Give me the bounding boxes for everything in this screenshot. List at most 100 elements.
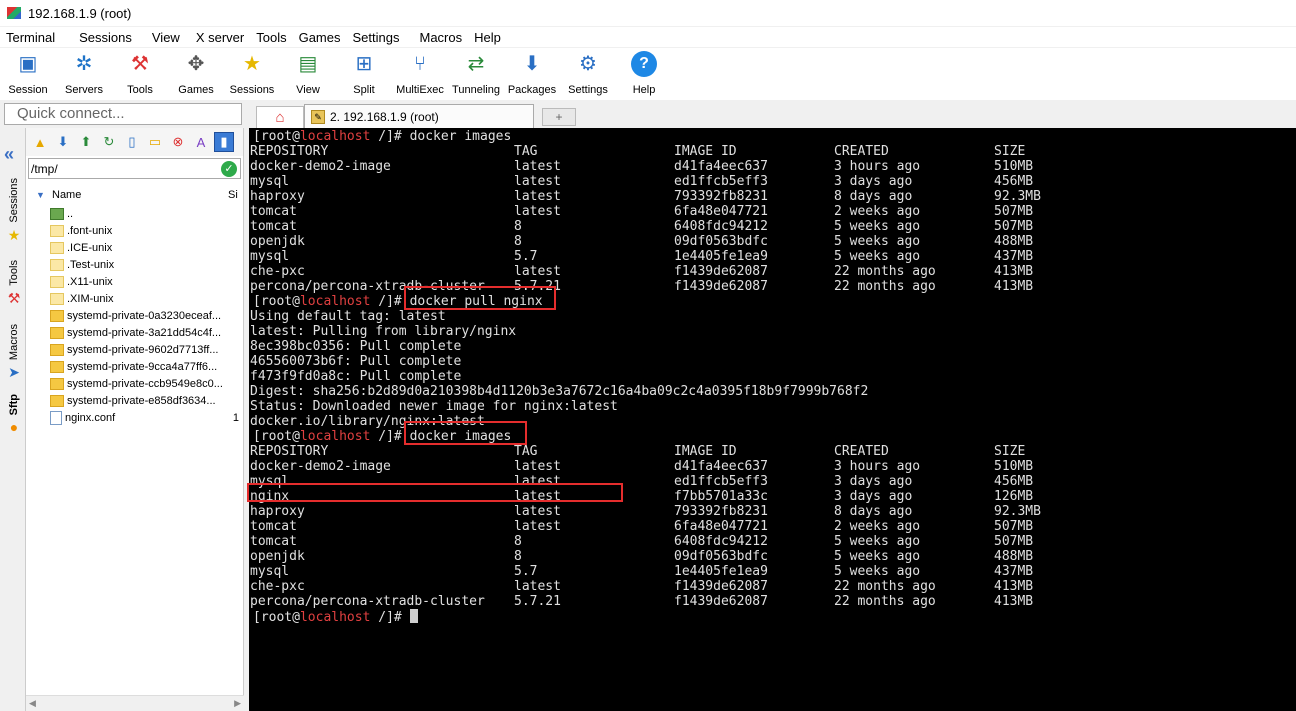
home-tab[interactable]: ⌂	[256, 106, 304, 128]
session-icon: ▣	[18, 53, 38, 75]
sftp-file-row[interactable]: nginx.conf 1	[26, 409, 243, 426]
image-cell: ed1ffcb5eff3	[674, 474, 768, 489]
image-cell: 6fa48e047721	[674, 519, 768, 534]
image-cell: 510MB	[994, 459, 1034, 474]
sftp-file-row[interactable]: systemd-private-9cca4a77ff6...	[26, 358, 243, 375]
image-cell: che-pxc	[250, 264, 305, 279]
sftp-file-row[interactable]: systemd-private-e858df3634...	[26, 392, 243, 409]
send-icon: ➤	[8, 364, 20, 381]
sftp-path-input[interactable]: /tmp/ ✓	[28, 158, 241, 179]
menu-macros[interactable]: Macros	[413, 30, 468, 45]
sftp-file-row[interactable]: .ICE-unix	[26, 239, 243, 256]
column-size-header[interactable]: Si	[228, 189, 242, 201]
side-tab-sessions[interactable]: Sessions ★	[4, 178, 24, 244]
image-cell: 507MB	[994, 534, 1034, 549]
sftp-file-row[interactable]: .XIM-unix	[26, 290, 243, 307]
follow-terminal-icon[interactable]: ▮	[214, 132, 234, 152]
image-cell: 92.3MB	[994, 504, 1041, 519]
menu-sessions[interactable]: Sessions	[73, 30, 138, 45]
image-cell: f1439de62087	[674, 579, 768, 594]
toolbar-help-button[interactable]: ? Help	[616, 48, 672, 100]
upload-icon[interactable]: ⬆	[76, 132, 96, 152]
image-cell: 510MB	[994, 159, 1034, 174]
output-text: f473f9fd0a8c: Pull complete	[250, 369, 462, 384]
image-cell: 09df0563bdfc	[674, 549, 768, 564]
image-cell: 22 months ago	[834, 279, 936, 294]
sftp-file-name: .Test-unix	[67, 258, 115, 271]
rename-icon[interactable]: A	[191, 132, 211, 152]
menu-view[interactable]: View	[146, 30, 186, 45]
session-tab-active[interactable]: ✎ 2. 192.168.1.9 (root)	[304, 104, 534, 128]
output-text: latest: Pulling from library/nginx	[250, 324, 517, 339]
scroll-right-icon[interactable]: ▶	[234, 698, 241, 709]
toolbar-view-button[interactable]: ▤ View	[280, 48, 336, 100]
sftp-file-list: .. .font-unix .ICE-unix .Test-unix .X11-unix…	[26, 205, 243, 426]
column-name-header[interactable]: Name	[52, 189, 228, 201]
image-cell: mysql	[250, 564, 290, 579]
menu-terminal[interactable]: Terminal	[0, 30, 61, 45]
horizontal-scrollbar[interactable]: ◀ ▶	[26, 695, 244, 711]
image-cell: openjdk	[250, 549, 305, 564]
menu-settings[interactable]: Settings	[347, 30, 406, 45]
menu-games[interactable]: Games	[293, 30, 347, 45]
toolbar-settings-button[interactable]: ⚙ Settings	[560, 48, 616, 100]
folder-up-icon[interactable]: ▲	[30, 132, 50, 152]
toolbar-packages-button[interactable]: ⬇ Packages	[504, 48, 560, 100]
menu-help[interactable]: Help	[468, 30, 507, 45]
sftp-list-header: ▼ Name Si	[26, 185, 243, 205]
sort-desc-icon: ▼	[36, 190, 45, 200]
image-cell: tomcat	[250, 519, 297, 534]
command-text: docker images	[409, 129, 512, 144]
checkmark-icon[interactable]: ✓	[221, 161, 237, 177]
folder-icon	[50, 394, 64, 407]
image-cell: latest	[514, 459, 561, 474]
prompt-user: [root@	[253, 294, 300, 309]
folder-icon	[50, 275, 64, 288]
sftp-file-name: .X11-unix	[67, 275, 113, 288]
image-cell: tomcat	[250, 219, 297, 234]
image-cell: 22 months ago	[834, 579, 936, 594]
toolbar-multiexec-button[interactable]: ⑂ MultiExec	[392, 48, 448, 100]
toolbar-session-button[interactable]: ▣ Session	[0, 48, 56, 100]
sftp-file-row[interactable]: systemd-private-0a3230eceaf...	[26, 307, 243, 324]
delete-icon[interactable]: ⊗	[168, 132, 188, 152]
side-tab-macros[interactable]: Macros ➤	[4, 324, 24, 381]
download-icon[interactable]: ⬇	[53, 132, 73, 152]
side-tab-sftp[interactable]: Sftp ●	[4, 394, 24, 435]
sftp-file-row[interactable]: .X11-unix	[26, 273, 243, 290]
scroll-left-icon[interactable]: ◀	[29, 698, 36, 709]
terminal-pane[interactable]: [root@localhost /]# docker images REPOSIT…	[247, 128, 1296, 711]
image-cell: haproxy	[250, 189, 305, 204]
quick-connect-input[interactable]: Quick connect...	[4, 103, 242, 125]
toolbar-servers-button[interactable]: ✲ Servers	[56, 48, 112, 100]
image-cell: 3 hours ago	[834, 159, 921, 174]
sftp-file-name: .ICE-unix	[67, 241, 113, 254]
sftp-file-row[interactable]: systemd-private-3a21dd54c4f...	[26, 324, 243, 341]
folder-icon	[50, 224, 64, 237]
sftp-file-row[interactable]: ..	[26, 205, 243, 222]
prompt-host: localhost	[299, 429, 371, 444]
menu-x-server[interactable]: X server	[190, 30, 250, 45]
toolbar-sessions-button[interactable]: ★ Sessions	[224, 48, 280, 100]
image-cell: 1e4405fe1ea9	[674, 249, 768, 264]
sftp-file-row[interactable]: systemd-private-ccb9549e8c0...	[26, 375, 243, 392]
toolbar-tunneling-button[interactable]: ⇄ Tunneling	[448, 48, 504, 100]
sftp-file-row[interactable]: .font-unix	[26, 222, 243, 239]
menu-tools[interactable]: Tools	[250, 30, 292, 45]
toolbar-tools-button[interactable]: ⚒ Tools	[112, 48, 168, 100]
image-cell: 3 days ago	[834, 474, 913, 489]
new-folder-icon[interactable]: ▭	[145, 132, 165, 152]
sftp-file-row[interactable]: systemd-private-9602d7713ff...	[26, 341, 243, 358]
refresh-icon[interactable]: ↻	[99, 132, 119, 152]
new-file-icon[interactable]: ▯	[122, 132, 142, 152]
new-tab-button[interactable]: +	[542, 108, 576, 126]
toolbar-games-button[interactable]: ✥ Games	[168, 48, 224, 100]
image-cell: 5 weeks ago	[834, 549, 921, 564]
sftp-file-row[interactable]: .Test-unix	[26, 256, 243, 273]
table-header-cell: IMAGE ID	[674, 144, 737, 159]
folder-icon	[50, 258, 64, 271]
toolbar-split-button[interactable]: ⊞ Split	[336, 48, 392, 100]
side-tab-tools[interactable]: Tools ⚒	[4, 260, 24, 307]
image-cell: haproxy	[250, 504, 305, 519]
collapse-sidebar-icon[interactable]: «	[4, 144, 14, 165]
